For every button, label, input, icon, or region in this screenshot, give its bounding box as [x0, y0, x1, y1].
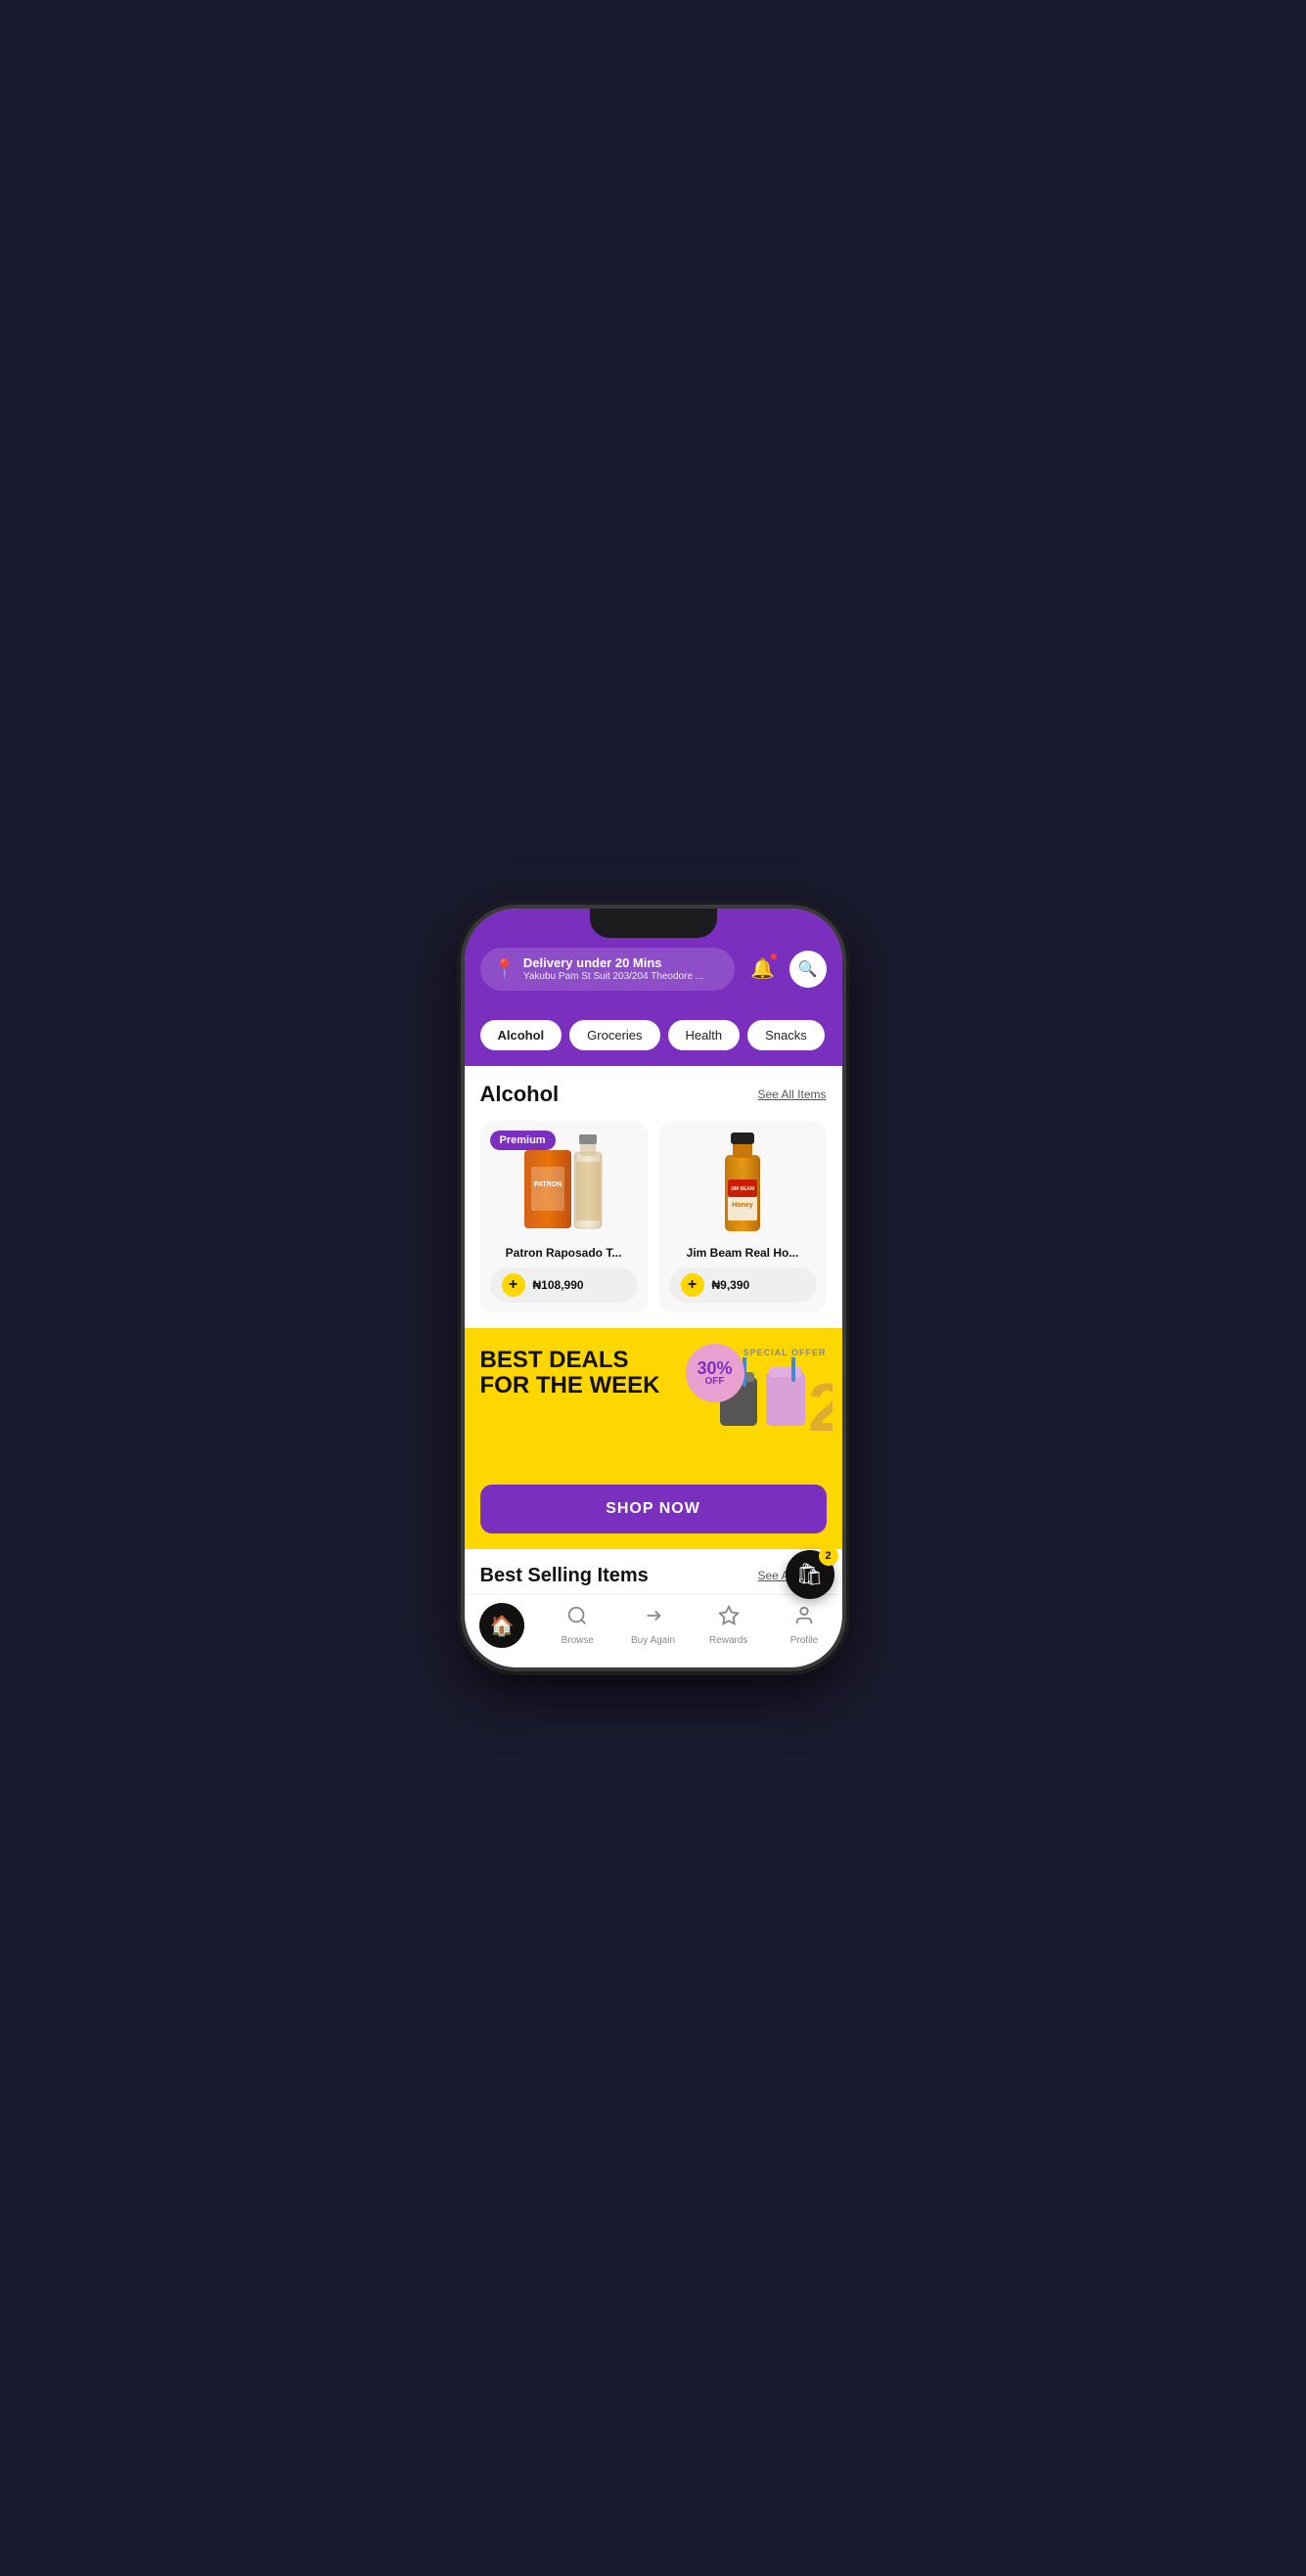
home-icon: 🏠 [479, 1603, 524, 1648]
notification-dot [770, 953, 778, 960]
nav-item-profile[interactable]: Profile [766, 1605, 841, 1646]
jimbeam-add-button[interactable]: + [681, 1273, 704, 1297]
products-row: Premium [480, 1121, 827, 1312]
deals-line2: FOR THE WEEK [480, 1373, 827, 1399]
jimbeam-bottle-svg: JIM BEAM Honey [713, 1131, 772, 1238]
best-selling-header: Best Selling Items See All Items [480, 1565, 827, 1587]
delivery-info[interactable]: 📍 Delivery under 20 Mins Yakubu Pam St S… [480, 948, 735, 991]
nav-item-browse[interactable]: Browse [540, 1605, 615, 1646]
alcohol-section-title: Alcohol [480, 1082, 560, 1107]
premium-badge: Premium [490, 1131, 556, 1150]
location-pin-icon: 📍 [494, 958, 516, 979]
category-tab-groceries[interactable]: Groceries [569, 1020, 659, 1050]
rewards-icon [718, 1605, 740, 1632]
nav-item-rewards[interactable]: Rewards [691, 1605, 766, 1646]
bottom-nav: 🏠 Browse Buy Again [465, 1594, 842, 1667]
deals-badge-off: OFF [705, 1377, 725, 1387]
jimbeam-price: ₦9,390 [712, 1278, 750, 1292]
patron-add-price: + ₦108,990 [490, 1267, 638, 1303]
cart-button[interactable]: 🛍 2 [786, 1550, 834, 1599]
shop-now-button[interactable]: SHOP NOW [480, 1485, 827, 1533]
buy-again-label: Buy Again [631, 1635, 675, 1646]
main-content: Alcohol See All Items Premium [465, 1066, 842, 1594]
product-card-jimbeam: JIM BEAM Honey Jim Beam Real Ho... + ₦9,… [659, 1121, 827, 1312]
browse-icon [566, 1605, 588, 1632]
profile-label: Profile [790, 1635, 818, 1646]
alcohol-section: Alcohol See All Items Premium [465, 1066, 842, 1328]
deals-badge-percent: 30% [697, 1359, 732, 1377]
search-icon: 🔍 [798, 959, 818, 979]
category-tab-health[interactable]: Health [668, 1020, 741, 1050]
patron-product-name: Patron Raposado T... [490, 1246, 638, 1260]
cart-count: 2 [819, 1546, 838, 1566]
rewards-label: Rewards [709, 1635, 747, 1646]
delivery-title: Delivery under 20 Mins [523, 955, 703, 971]
phone-notch [590, 909, 717, 938]
best-selling-title: Best Selling Items [480, 1565, 649, 1587]
delivery-subtitle: Yakubu Pam St Suit 203/204 Theodore ... [523, 971, 703, 983]
deals-line1: BEST DEALS [480, 1348, 827, 1373]
bell-icon: 🔔 [750, 956, 775, 981]
category-tabs: Alcohol Groceries Health Snacks [465, 1020, 842, 1066]
patron-add-button[interactable]: + [502, 1273, 525, 1297]
alcohol-see-all[interactable]: See All Items [757, 1088, 826, 1101]
jimbeam-add-price: + ₦9,390 [669, 1267, 817, 1303]
deals-text: BEST DEALS FOR THE WEEK [480, 1348, 827, 1399]
cart-icon: 🛍 [796, 1562, 824, 1587]
profile-icon [793, 1605, 815, 1632]
svg-text:PATRON: PATRON [534, 1181, 563, 1188]
patron-price: ₦108,990 [533, 1278, 584, 1292]
jimbeam-product-image: JIM BEAM Honey [669, 1131, 817, 1238]
deals-banner: BEST DEALS FOR THE WEEK 30% OFF SPECIAL … [465, 1328, 842, 1485]
search-button[interactable]: 🔍 [789, 951, 827, 988]
jimbeam-product-name: Jim Beam Real Ho... [669, 1246, 817, 1260]
header-icons: 🔔 🔍 [744, 951, 827, 988]
screen: 📍 Delivery under 20 Mins Yakubu Pam St S… [465, 909, 842, 1667]
category-tab-snacks[interactable]: Snacks [747, 1020, 825, 1050]
nav-item-buy-again[interactable]: Buy Again [615, 1605, 691, 1646]
section-header: Alcohol See All Items [480, 1082, 827, 1107]
browse-label: Browse [562, 1635, 594, 1646]
delivery-text: Delivery under 20 Mins Yakubu Pam St Sui… [523, 955, 703, 983]
category-tab-alcohol[interactable]: Alcohol [480, 1020, 563, 1050]
notification-button[interactable]: 🔔 [744, 951, 782, 988]
buy-again-icon [643, 1605, 664, 1632]
product-card-patron: Premium [480, 1121, 648, 1312]
deals-btn-area: SHOP NOW [465, 1485, 842, 1549]
phone-frame: 📍 Delivery under 20 Mins Yakubu Pam St S… [463, 907, 844, 1669]
nav-item-home[interactable]: 🏠 [465, 1603, 540, 1648]
deals-badge: 30% OFF [686, 1344, 744, 1402]
header-top: 📍 Delivery under 20 Mins Yakubu Pam St S… [480, 948, 827, 991]
